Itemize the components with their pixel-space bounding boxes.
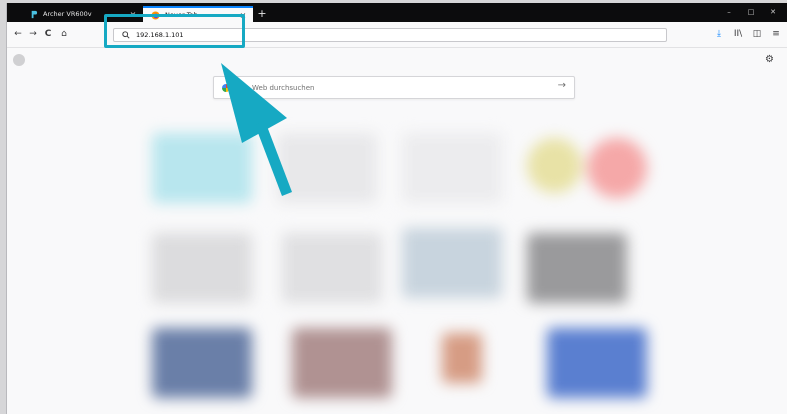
window-controls: – □ ✕ [718,5,784,19]
maximize-button[interactable]: □ [740,5,762,19]
library-icon[interactable]: II\ [732,27,744,41]
url-highlight-box [104,14,245,48]
firefox-logo-icon [13,54,25,66]
top-site-tile[interactable] [277,133,377,203]
top-site-tile[interactable] [442,333,482,383]
top-site-tile[interactable] [587,138,647,198]
forward-button[interactable]: → [26,27,40,41]
new-tab-page: ⚙ Web durchsuchen → [7,48,787,414]
gear-icon[interactable]: ⚙ [765,54,774,65]
new-tab-button[interactable]: + [256,6,268,21]
reload-button[interactable]: C [41,27,55,41]
download-icon[interactable]: ⤓ [713,27,725,41]
top-site-tile[interactable] [152,328,252,398]
top-site-tile[interactable] [527,233,627,303]
close-window-button[interactable]: ✕ [762,5,784,19]
top-site-tile[interactable] [527,138,582,193]
top-site-tile[interactable] [402,133,502,203]
top-sites-grid [147,133,657,413]
top-site-tile[interactable] [152,133,252,203]
top-site-tile[interactable] [282,233,382,303]
browser-window: Archer VR600v × Neuer Tab × + – □ ✕ ← → … [6,3,787,414]
menu-icon[interactable]: ≡ [770,27,782,41]
search-submit-arrow-icon[interactable]: → [558,80,566,91]
top-site-tile[interactable] [547,328,647,398]
minimize-button[interactable]: – [718,5,740,19]
toolbar-right: ⤓ II\ ◫ ≡ [713,27,782,41]
top-site-tile[interactable] [402,228,502,298]
top-site-tile[interactable] [152,233,252,303]
google-icon [222,84,230,92]
back-button[interactable]: ← [11,27,25,41]
search-placeholder: Web durchsuchen [252,84,315,92]
top-site-tile[interactable] [292,328,392,398]
home-button[interactable]: ⌂ [57,27,71,41]
sidebar-icon[interactable]: ◫ [751,27,763,41]
web-search-box[interactable]: Web durchsuchen → [213,76,575,99]
tp-link-icon [29,10,38,19]
